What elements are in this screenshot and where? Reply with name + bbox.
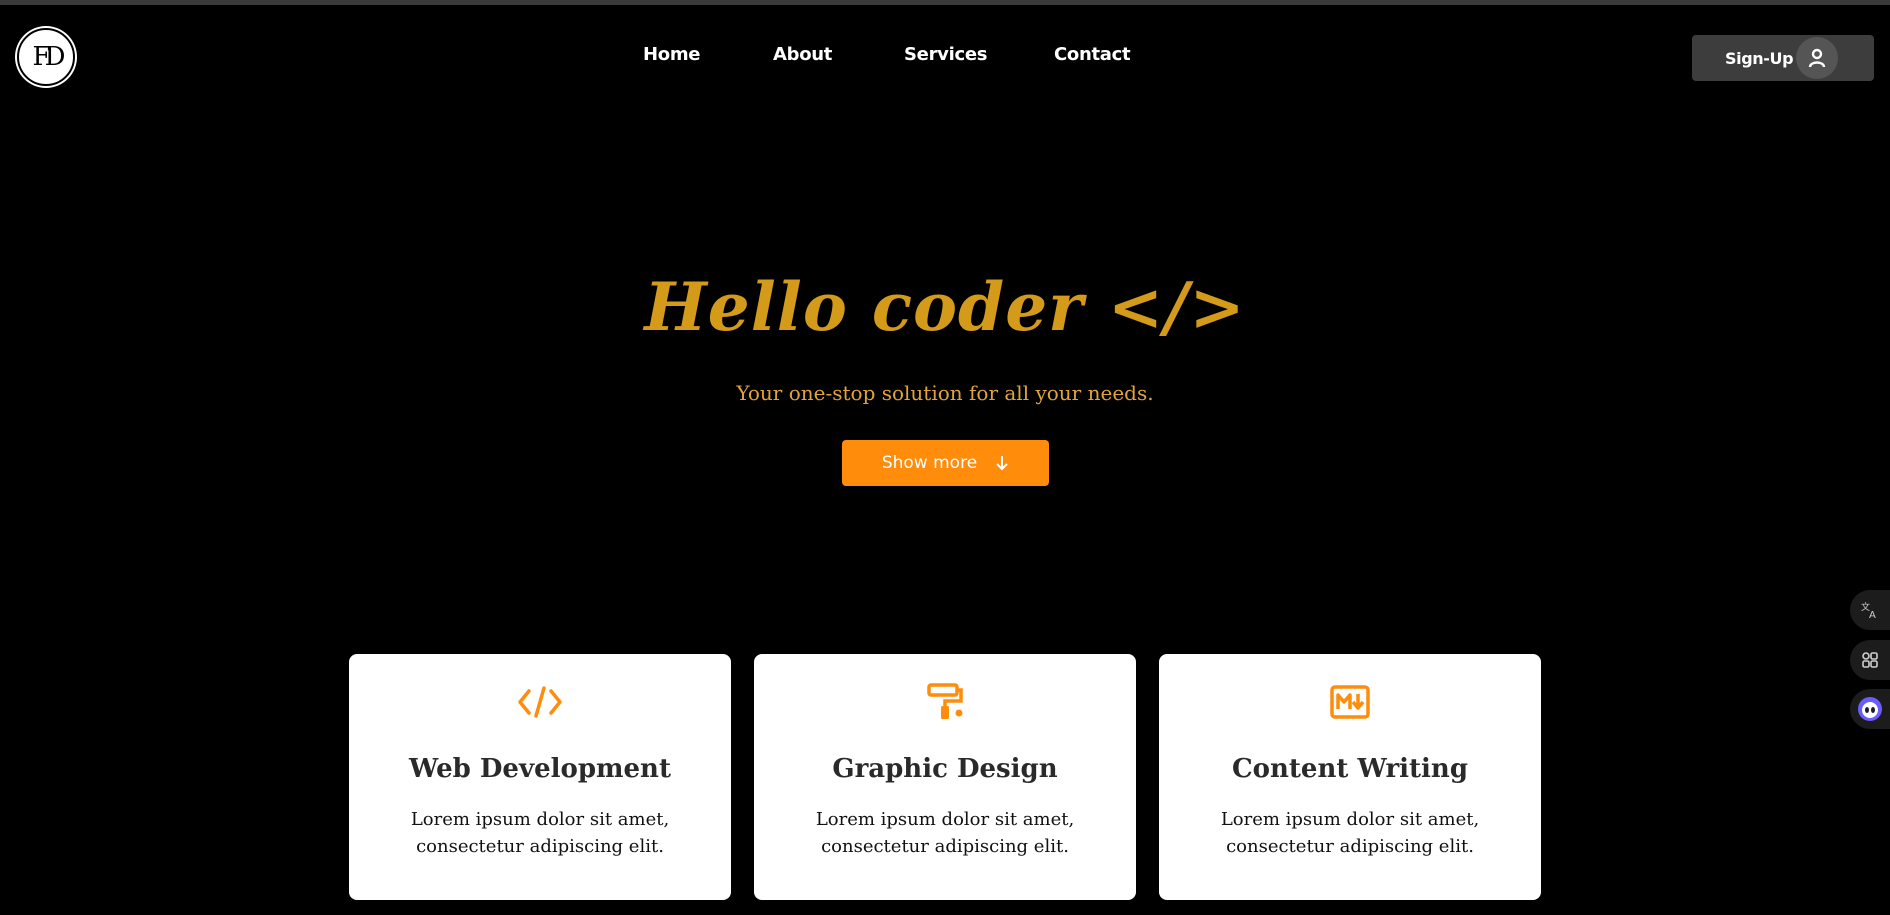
- service-title: Web Development: [409, 754, 671, 784]
- show-more-label: Show more: [881, 453, 978, 473]
- markdown-icon: [1159, 680, 1541, 724]
- nav-link-services[interactable]: Services: [904, 44, 987, 65]
- signup-label: Sign-Up: [1725, 49, 1794, 68]
- hero-subtitle: Your one-stop solution for all your need…: [736, 381, 1154, 405]
- service-card-web-development: Web Development Lorem ipsum dolor sit am…: [349, 654, 731, 900]
- translate-button[interactable]: 文 A: [1850, 590, 1890, 630]
- nav-link-contact[interactable]: Contact: [1054, 44, 1131, 65]
- service-card-content-writing: Content Writing Lorem ipsum dolor sit am…: [1159, 654, 1541, 900]
- apps-grid-button[interactable]: [1850, 640, 1890, 680]
- apps-grid-icon: [1862, 652, 1878, 668]
- paint-roller-icon: [754, 680, 1136, 724]
- nav-link-about[interactable]: About: [773, 44, 832, 65]
- service-description: Lorem ipsum dolor sit amet, consectetur …: [815, 809, 1075, 857]
- signup-button[interactable]: Sign-Up: [1692, 35, 1874, 81]
- assistant-button[interactable]: [1850, 689, 1890, 729]
- hero-title: Hello coder </>: [644, 268, 1246, 346]
- service-title: Content Writing: [1231, 754, 1469, 784]
- show-more-button[interactable]: Show more: [842, 440, 1049, 486]
- top-border: [0, 0, 1890, 5]
- nav-link-home[interactable]: Home: [643, 44, 701, 65]
- service-card-graphic-design: Graphic Design Lorem ipsum dolor sit ame…: [754, 654, 1136, 900]
- svg-text:A: A: [1869, 610, 1876, 620]
- service-description: Lorem ipsum dolor sit amet, consectetur …: [1220, 809, 1480, 857]
- translate-icon: 文 A: [1861, 601, 1876, 620]
- code-icon: [349, 680, 731, 724]
- main-nav: Home About Services Contact: [0, 44, 1890, 72]
- assistant-face-icon: [1858, 697, 1882, 721]
- user-icon: [1796, 37, 1838, 79]
- service-description: Lorem ipsum dolor sit amet, consectetur …: [410, 809, 670, 857]
- service-title: Graphic Design: [832, 754, 1058, 784]
- arrow-down-icon: [996, 456, 1008, 471]
